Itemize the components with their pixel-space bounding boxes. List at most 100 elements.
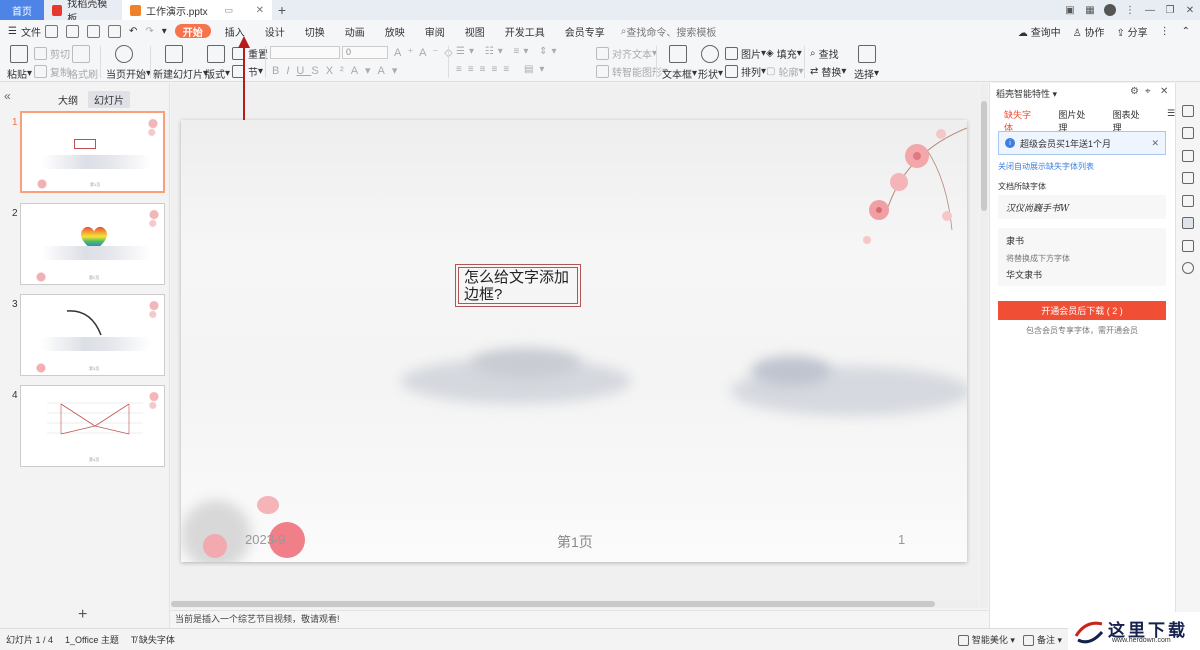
tab-document[interactable]: 工作演示.pptx ▭ ✕ bbox=[122, 0, 272, 20]
list-controls[interactable]: ☰▾ ☷▾ ≡▾ ⇕▾ bbox=[456, 46, 561, 57]
animation-icon[interactable] bbox=[1182, 172, 1194, 184]
download-fonts-button[interactable]: 开通会员后下载 ( 2 ) bbox=[998, 301, 1166, 320]
select-icon[interactable] bbox=[858, 45, 879, 63]
theme-name[interactable]: 1_Office 主题 bbox=[59, 633, 125, 646]
outline-button[interactable]: ▢ 轮廓 ▾ bbox=[766, 64, 803, 79]
new-slide-icon[interactable] bbox=[165, 45, 186, 63]
layout-icon[interactable] bbox=[207, 45, 228, 63]
slide-thumbnail-2[interactable]: 第2页 bbox=[20, 203, 165, 285]
monitor-icon[interactable]: ▭ bbox=[224, 5, 233, 16]
textbox-icon[interactable] bbox=[669, 45, 690, 63]
tab-member[interactable]: 会员专享 bbox=[555, 20, 615, 42]
vip-promo-banner[interactable]: i 超级会员买1年送1个月 ✕ bbox=[998, 131, 1166, 155]
star-icon[interactable] bbox=[1182, 150, 1194, 162]
replace-button[interactable]: ⇄ 替换 ▾ bbox=[810, 64, 846, 79]
tab-review[interactable]: 审阅 bbox=[415, 20, 455, 42]
font-size-select[interactable]: 0 bbox=[342, 46, 388, 59]
print-icon[interactable] bbox=[86, 24, 100, 38]
tab-transition[interactable]: 切换 bbox=[295, 20, 335, 42]
add-slide-button[interactable]: + bbox=[78, 606, 87, 624]
menu-icon[interactable]: ⋮ bbox=[1120, 0, 1140, 20]
command-search[interactable]: ⌕ 查找命令、搜索模板 bbox=[621, 24, 717, 39]
layout-toggle-icon[interactable]: ▣ bbox=[1060, 0, 1080, 20]
help-icon[interactable] bbox=[1182, 262, 1194, 274]
textbox-button[interactable]: 文本框 ▾ bbox=[662, 66, 697, 81]
horizontal-scrollbar[interactable] bbox=[171, 600, 979, 608]
close-auto-show-link[interactable]: 关闭自动展示缺失字体列表 bbox=[998, 161, 1094, 172]
collapse-ribbon-icon[interactable]: ⌃ bbox=[1182, 26, 1190, 37]
pin-icon[interactable]: ⌖ bbox=[1145, 86, 1151, 97]
collapse-panel-icon[interactable]: « bbox=[4, 89, 11, 103]
slide-title-textbox[interactable]: 怎么给文字添加 边框? bbox=[455, 264, 581, 307]
sliders-icon[interactable] bbox=[1182, 127, 1194, 139]
slide-thumbnail-4[interactable]: 第4页 bbox=[20, 385, 165, 467]
tab-slides[interactable]: 幻灯片 bbox=[88, 91, 130, 108]
share-button[interactable]: ⇪ 分享 bbox=[1116, 24, 1147, 39]
smart-beautify-button[interactable]: 智能美化 ▾ bbox=[957, 633, 1015, 647]
tab-design[interactable]: 设计 bbox=[255, 20, 295, 42]
tab-home[interactable]: 首页 bbox=[0, 0, 44, 20]
tab-home-ribbon[interactable]: 开始 bbox=[174, 24, 211, 39]
picture-button[interactable]: 图片 ▾ bbox=[725, 46, 766, 61]
hamburger-icon[interactable]: ☰ bbox=[8, 26, 17, 37]
tab-view[interactable]: 视图 bbox=[455, 20, 495, 42]
missing-font-status[interactable]: T̸ 缺失字体 bbox=[125, 633, 181, 646]
paragraph-align-controls[interactable]: ≡≡≡≡≡ ▤▾ bbox=[456, 64, 550, 75]
customize-icon[interactable]: ▾ bbox=[162, 26, 167, 37]
location-pin-icon[interactable] bbox=[1182, 217, 1194, 229]
book-icon[interactable] bbox=[1182, 240, 1194, 252]
align-text-button[interactable]: 对齐文本 ▾ bbox=[596, 46, 657, 61]
tab-developer[interactable]: 开发工具 bbox=[495, 20, 555, 42]
find-button[interactable]: ⌕ 查找 bbox=[810, 46, 839, 61]
smart-icon[interactable] bbox=[1182, 105, 1194, 117]
file-menu[interactable]: 文件 bbox=[21, 24, 41, 39]
preview-icon[interactable] bbox=[107, 24, 121, 38]
more-icon[interactable]: ⋮ bbox=[1160, 26, 1170, 37]
slide-thumbnail-3[interactable]: 第3页 bbox=[20, 294, 165, 376]
undo-icon[interactable]: ↶ bbox=[129, 26, 137, 37]
grid-icon[interactable]: ▦ bbox=[1080, 0, 1100, 20]
notes-toggle[interactable]: 备注 ▾ bbox=[1022, 633, 1062, 647]
close-window-icon[interactable]: ✕ bbox=[1180, 0, 1200, 20]
minimize-icon[interactable]: — bbox=[1140, 0, 1160, 20]
layout-button[interactable]: 版式 ▾ bbox=[205, 66, 230, 81]
cloud-status[interactable]: ☁ 查询中 bbox=[1018, 24, 1061, 39]
slide-editing-canvas[interactable]: 怎么给文字添加 边框? 2023-9 第1页 1 bbox=[171, 83, 979, 603]
fill-button[interactable]: ◈ 填充 ▾ bbox=[766, 46, 802, 61]
replacement-font-card[interactable]: 隶书 将替换成下方字体 华文隶书 bbox=[998, 228, 1166, 286]
panel-title[interactable]: 稻壳智能特性 ▾ bbox=[996, 87, 1057, 100]
maximize-icon[interactable]: ❐ bbox=[1160, 0, 1180, 20]
tab-outline[interactable]: 大纲 bbox=[52, 91, 84, 108]
image-edit-icon[interactable] bbox=[1182, 195, 1194, 207]
font-family-select[interactable] bbox=[270, 46, 340, 59]
format-painter-button[interactable]: 格式刷 bbox=[68, 66, 98, 81]
vertical-scrollbar[interactable] bbox=[980, 83, 988, 608]
from-current-button[interactable]: 当页开始 ▾ bbox=[106, 66, 151, 81]
shape-button[interactable]: 形状 ▾ bbox=[698, 66, 723, 81]
select-button[interactable]: 选择 ▾ bbox=[854, 66, 879, 81]
tab-slideshow[interactable]: 放映 bbox=[375, 20, 415, 42]
collaborate-button[interactable]: ♙ 协作 bbox=[1073, 24, 1105, 39]
more-menu-icon[interactable]: ☰ bbox=[1167, 108, 1175, 139]
copy-button[interactable]: 复制 bbox=[34, 64, 70, 79]
close-tab-icon[interactable]: ✕ bbox=[256, 5, 264, 16]
export-pdf-icon[interactable] bbox=[65, 24, 79, 38]
close-promo-icon[interactable]: ✕ bbox=[1151, 138, 1159, 149]
slide-thumbnail-1[interactable]: 第1页 bbox=[20, 111, 165, 193]
tab-template[interactable]: 找稻壳模板 bbox=[44, 0, 122, 25]
speaker-notes[interactable]: 当前是插入一个综艺节目视频，敬请观看! bbox=[171, 610, 988, 628]
current-slide[interactable]: 怎么给文字添加 边框? 2023-9 第1页 1 bbox=[181, 120, 967, 562]
missing-font-card[interactable]: 汉仪尚巍手书W bbox=[998, 195, 1166, 219]
tab-animation[interactable]: 动画 bbox=[335, 20, 375, 42]
new-tab-button[interactable]: + bbox=[272, 0, 292, 20]
font-size-controls[interactable]: A⁺A⁻◇ bbox=[394, 46, 459, 59]
new-slide-button[interactable]: 新建幻灯片 ▾ bbox=[153, 66, 208, 81]
font-style-controls[interactable]: B I U S X² A▾A▾ bbox=[272, 64, 404, 78]
cut-button[interactable]: 剪切 bbox=[34, 46, 70, 61]
slide-title-text[interactable]: 怎么给文字添加 边框? bbox=[458, 267, 578, 304]
settings-icon[interactable]: ⚙ bbox=[1130, 86, 1139, 97]
close-panel-icon[interactable]: ✕ bbox=[1160, 86, 1168, 97]
paste-button[interactable]: 粘贴 ▾ bbox=[7, 66, 32, 81]
format-painter-icon[interactable] bbox=[72, 45, 93, 63]
user-avatar[interactable] bbox=[1104, 4, 1116, 16]
